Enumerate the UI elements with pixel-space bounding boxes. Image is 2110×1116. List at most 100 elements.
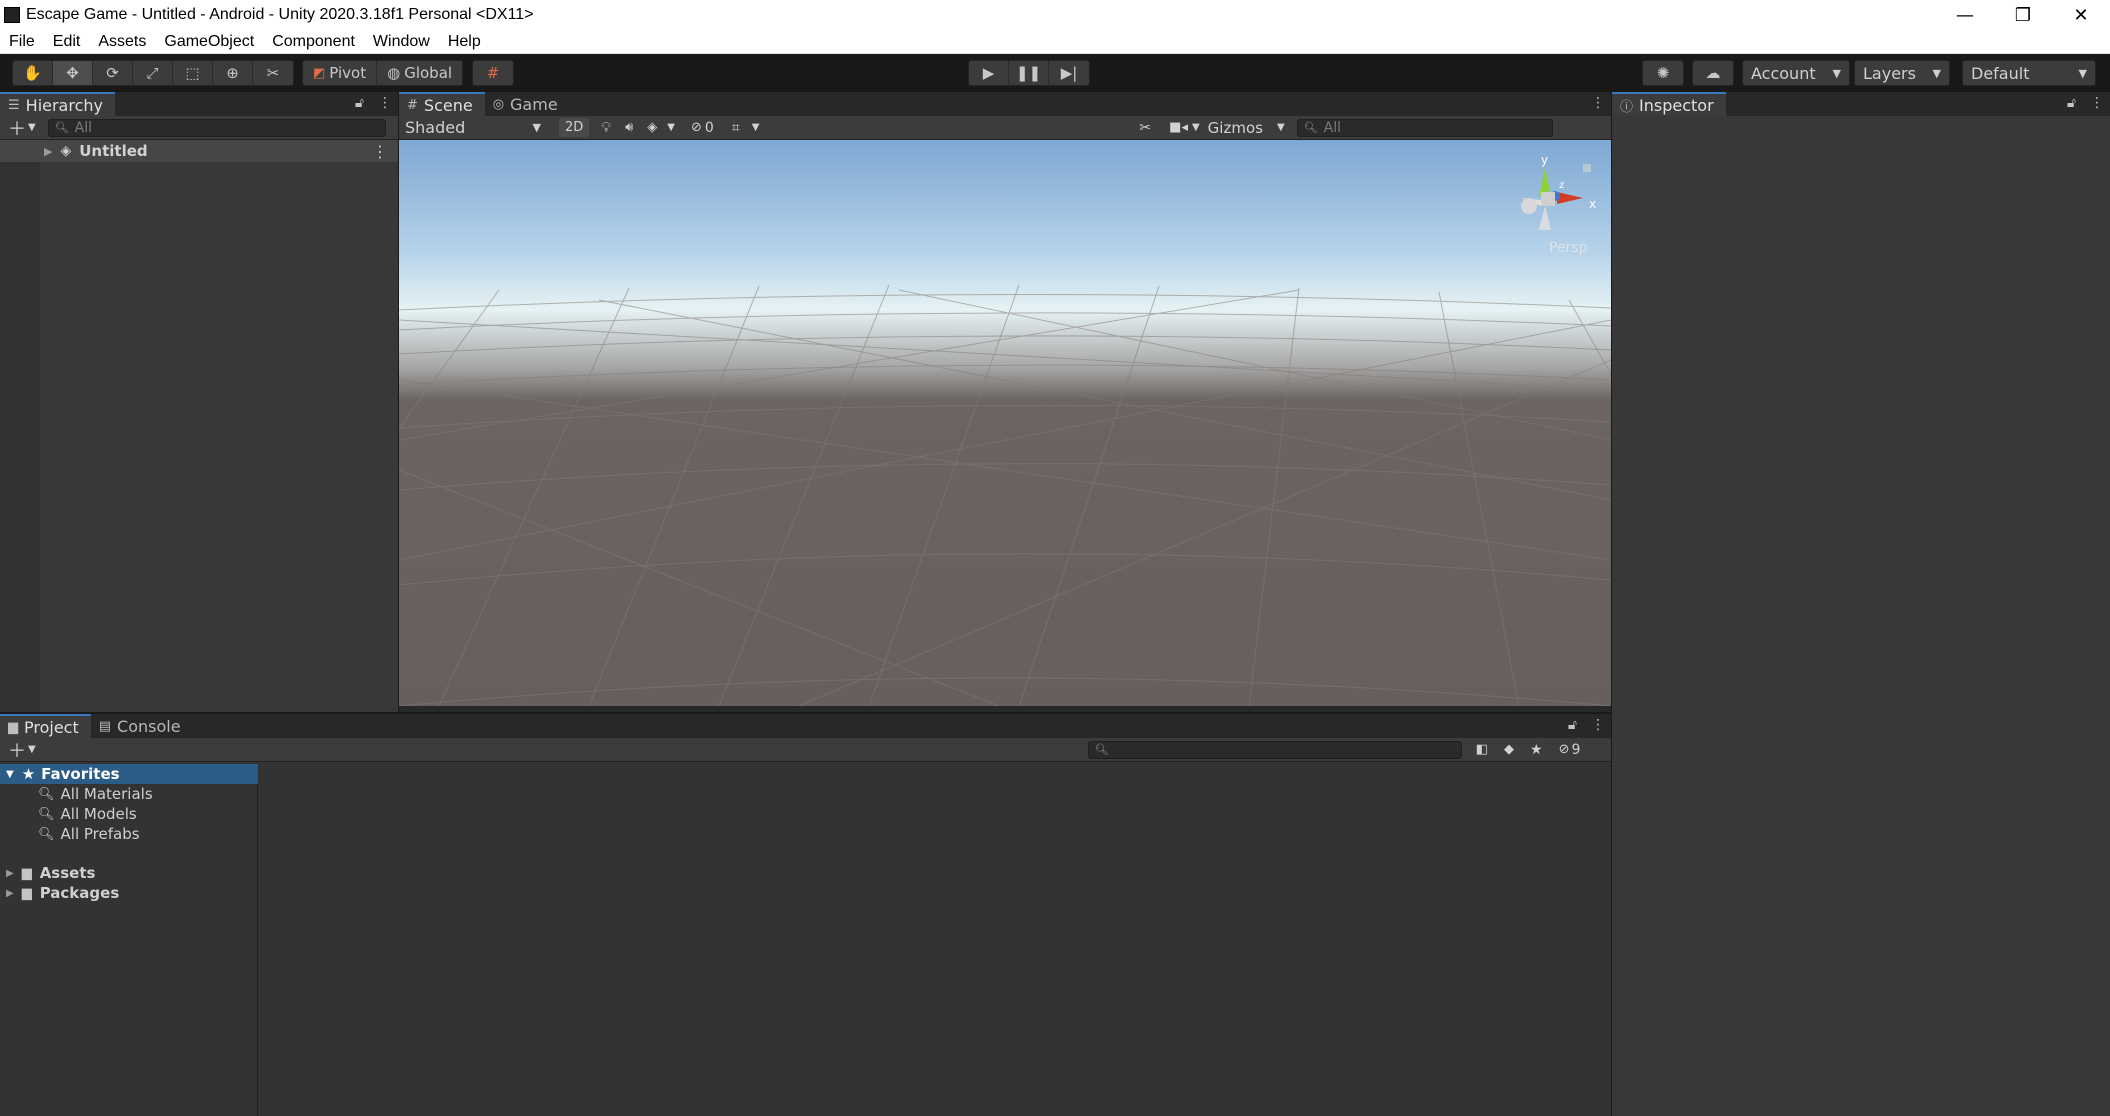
minimize-button[interactable]: — [1936,0,1994,30]
tools-icon[interactable]: ✂ [1139,120,1151,136]
hidden-objects-icon[interactable]: ⊘ [691,120,702,135]
packages-folder[interactable]: ▶ ▆ Packages [0,883,258,903]
chevron-down-icon[interactable]: ▼ [1277,122,1285,133]
expand-arrow-icon[interactable]: ▶ [6,868,14,879]
cloud-icon[interactable]: ☁ [1693,61,1733,85]
create-plus-icon[interactable]: ＋ [8,737,26,763]
pivot-button[interactable]: ◩ Pivot [303,61,378,85]
project-subbar: ＋ ▼ 🔍︎ ◧ ◆ ★ ⊘ 9 [0,738,1611,762]
tab-hierarchy[interactable]: ☰ Hierarchy [0,92,115,116]
scale-tool-icon[interactable]: ⤢ [133,61,173,85]
tab-console[interactable]: ▤ Console [91,714,193,738]
scene-row[interactable]: ▶ ◈ Untitled ⋮ [0,140,398,162]
expand-arrow-icon[interactable]: ▶ [6,888,14,899]
favorite-star-icon[interactable]: ★ [1530,742,1543,758]
star-icon: ★ [21,765,36,783]
folder-icon: ▆ [21,865,32,881]
filter-by-type-icon[interactable]: ◧ [1476,742,1488,757]
favorites-item[interactable]: ▼ ★ Favorites [0,764,258,784]
tab-inspector[interactable]: ⓘ Inspector [1612,92,1726,116]
panel-tools: 🔓︎ ⋮ [355,95,392,111]
hand-tool-icon[interactable]: ✋ [13,61,53,85]
favorite-all-prefabs[interactable]: 🔍︎ All Prefabs [0,824,258,844]
grid-snap-icon[interactable]: # [473,61,513,85]
console-icon: ▤ [98,718,112,734]
list-icon: ☰ [8,97,20,113]
assets-folder[interactable]: ▶ ▆ Assets [0,863,258,883]
menu-window[interactable]: Window [364,33,439,51]
hierarchy-tabbar: ☰ Hierarchy 🔓︎ ⋮ [0,92,398,116]
chevron-down-icon[interactable]: ▼ [28,122,36,133]
favorite-all-models[interactable]: 🔍︎ All Models [0,804,258,824]
expand-arrow-icon[interactable]: ▼ [6,769,14,780]
audio-icon[interactable]: 🔊︎ [625,120,633,135]
menu-help[interactable]: Help [439,33,490,51]
menu-component[interactable]: Component [263,33,364,51]
menu-file[interactable]: File [0,33,44,51]
layers-dropdown[interactable]: Layers ▼ [1854,60,1950,86]
restore-button[interactable]: ❐ [1994,0,2052,30]
kebab-menu-icon[interactable]: ⋮ [378,95,392,111]
pause-icon[interactable]: ❚❚ [1009,61,1049,85]
menu-gameobject[interactable]: GameObject [155,33,263,51]
search-icon: 🔍︎ [38,826,55,842]
tab-game[interactable]: ◎ Game [485,92,570,116]
lock-icon[interactable]: 🔓︎ [2067,95,2076,111]
global-button[interactable]: ◍ Global [377,61,462,85]
project-search-input[interactable]: 🔍︎ [1087,740,1462,759]
gizmo-y-cone [1539,168,1551,196]
layout-dropdown[interactable]: Default ▼ [1962,60,2096,86]
expand-arrow-icon[interactable]: ▶ [44,145,52,158]
effects-icon[interactable]: ◈ [647,120,657,135]
gizmo-x-cone [1557,192,1583,204]
scene-search-input[interactable]: 🔍︎ All [1296,118,1553,137]
collab-icon[interactable]: ✺ [1643,61,1683,85]
create-plus-icon[interactable]: ＋ [8,115,26,141]
scene-viewport[interactable]: y x z Persp [399,140,1611,706]
tab-scene[interactable]: # Scene [399,92,485,116]
chevron-down-icon[interactable]: ▼ [752,122,760,133]
folder-icon: ▆ [8,719,18,735]
kebab-menu-icon[interactable]: ⋮ [1591,717,1605,733]
2d-toggle[interactable]: 2D [559,118,590,137]
chevron-down-icon[interactable]: ▼ [667,122,675,133]
move-tool-icon[interactable]: ✥ [53,61,93,85]
step-icon[interactable]: ▶| [1049,61,1089,85]
tab-project[interactable]: ▆ Project [0,714,91,738]
rect-tool-icon[interactable]: ⬚ [173,61,213,85]
panel-tools: 🔓︎ ⋮ [1568,717,1605,733]
menu-assets[interactable]: Assets [89,33,155,51]
kebab-menu-icon[interactable]: ⋮ [2090,95,2104,111]
kebab-menu-icon[interactable]: ⋮ [1591,95,1605,111]
chevron-down-icon[interactable]: ▼ [28,744,36,755]
hidden-packages-icon[interactable]: ⊘ [1559,742,1570,757]
hidden-packages-count: 9 [1571,741,1581,758]
lock-icon[interactable]: 🔓︎ [1568,717,1577,733]
menu-edit[interactable]: Edit [44,33,90,51]
grid-toggle-icon[interactable]: ⌗ [732,120,740,136]
scene-grid [399,284,1611,706]
search-icon: 🔍︎ [54,121,69,134]
play-icon[interactable]: ▶ [969,61,1009,85]
account-dropdown[interactable]: Account ▼ [1742,60,1850,86]
custom-tool-icon[interactable]: ✂ [253,61,293,85]
lock-icon[interactable]: 🔓︎ [355,95,364,111]
kebab-menu-icon[interactable]: ⋮ [372,142,388,161]
filter-by-label-icon[interactable]: ◆ [1504,742,1514,757]
favorite-all-materials[interactable]: 🔍︎ All Materials [0,784,258,804]
close-button[interactable]: ✕ [2052,0,2110,30]
rotate-tool-icon[interactable]: ⟳ [93,61,133,85]
transform-tool-icon[interactable]: ⊕ [213,61,253,85]
orientation-gizmo[interactable]: y x z Persp [1511,150,1601,260]
lighting-icon[interactable]: 💡︎ [601,120,611,136]
project-content-area[interactable] [259,762,1611,1116]
gizmo-y-label: y [1541,153,1548,167]
camera-icon[interactable]: ■◂ [1169,120,1188,135]
hierarchy-search-input[interactable]: 🔍︎ All [47,118,386,137]
gizmo-z-label: z [1559,180,1564,191]
play-controls: ▶ ❚❚ ▶| [968,60,1090,86]
inspector-tabbar: ⓘ Inspector 🔓︎ ⋮ [1612,92,2110,116]
chevron-down-icon[interactable]: ▼ [1192,122,1200,133]
shading-mode-dropdown[interactable]: Shaded ▼ [403,117,549,138]
gizmos-dropdown[interactable]: Gizmos [1208,119,1263,137]
